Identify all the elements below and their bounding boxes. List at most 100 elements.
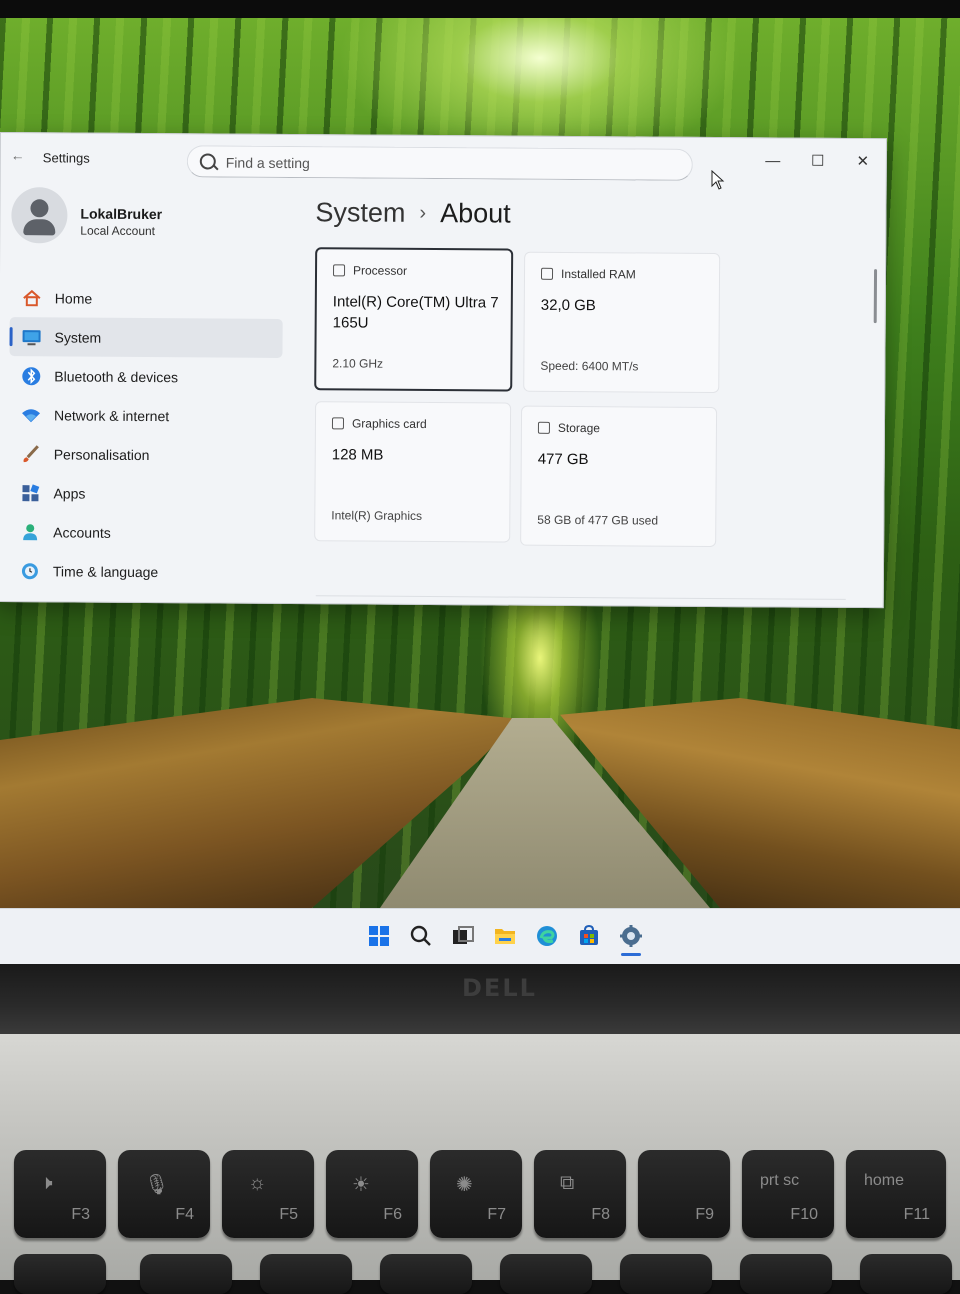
search-box[interactable]: Find a setting [186,145,693,181]
processor-card[interactable]: Processor Intel(R) Core(TM) Ultra 7 165U… [314,247,514,392]
key-fn-label: F8 [591,1206,610,1223]
sidebar-item-apps[interactable]: Apps [8,473,283,514]
key-fn-label: F6 [383,1206,402,1223]
sidebar-item-label: Personalisation [53,446,150,464]
breadcrumb: System › About [315,197,510,229]
settings-window: ← Settings Find a setting — ☐ ✕ LokalBru… [0,132,887,609]
display-adapter-icon [331,417,345,430]
card-footer: 2.10 GHz [332,356,384,371]
card-value: 32,0 GB [540,296,596,315]
active-app-indicator [621,953,641,956]
mouse-cursor-icon [711,170,725,190]
key-f4[interactable]: 🎙 F4 [118,1150,210,1238]
maximize-button[interactable]: ☐ [803,151,833,173]
key-fn-label: F11 [903,1206,930,1223]
sidebar-item-system[interactable]: System [9,317,283,358]
ram-card[interactable]: Installed RAM 32,0 GB Speed: 6400 MT/s [523,251,721,394]
card-value: 128 MB [331,446,384,464]
person-icon [23,524,38,541]
sidebar-item-accounts[interactable]: Accounts [8,512,283,553]
card-title: Installed RAM [560,266,636,282]
key-fn-label: F9 [695,1206,714,1223]
clock-globe-icon [21,563,38,580]
key[interactable] [260,1254,352,1294]
memory-icon [540,267,554,280]
sidebar-item-network[interactable]: Network & internet [9,395,284,436]
key-symbol: ✺ [456,1174,473,1196]
storage-card[interactable]: Storage 477 GB 58 GB of 477 GB used [520,405,718,548]
wifi-icon [22,409,41,423]
search-icon[interactable] [409,924,433,948]
key-f6[interactable]: ☀ F6 [326,1150,418,1238]
sidebar-item-personalisation[interactable]: Personalisation [9,434,284,475]
sidebar-item-bluetooth[interactable]: Bluetooth & devices [9,356,284,397]
key-f10[interactable]: prt sc F10 [742,1150,834,1238]
avatar-body [23,219,56,236]
sidebar-item-label: Time & language [52,563,159,581]
account-type: Local Account [80,223,156,239]
key-fn-label: F7 [487,1206,506,1223]
sidebar-item-time-language[interactable]: Time & language [8,551,283,592]
key-fn-label: F5 [279,1206,298,1223]
avatar-head [30,199,49,218]
windows-start-icon[interactable] [367,924,391,948]
breadcrumb-parent[interactable]: System [315,197,405,228]
chip-icon [333,264,346,277]
key[interactable] [140,1254,232,1294]
graphics-card[interactable]: Graphics card 128 MB Intel(R) Graphics [314,401,512,543]
sidebar-item-label: Apps [53,485,86,502]
key[interactable] [380,1254,472,1294]
key[interactable] [860,1254,952,1294]
minimize-button[interactable]: — [758,150,788,172]
card-footer: Intel(R) Graphics [331,508,423,523]
search-icon [199,153,216,170]
key[interactable] [14,1254,106,1294]
title-bar: ← Settings Find a setting — ☐ ✕ [1,133,886,187]
number-key-row [0,1254,960,1294]
scrollbar[interactable] [873,269,878,324]
card-footer: 58 GB of 477 GB used [537,512,659,528]
app-title: Settings [42,150,90,166]
avatar[interactable] [11,187,68,244]
task-view-icon[interactable] [451,924,475,948]
sidebar-item-label: Home [54,290,93,307]
card-title: Processor [352,263,408,278]
edge-icon[interactable] [535,924,559,948]
function-key-row: 🕨 F3 🎙 F4 ☼ F5 ☀ F6 ✺ F7 ⧉ F8 F9 prt sc F10 hom… [0,1150,960,1260]
back-arrow-icon[interactable]: ← [11,147,25,163]
brush-icon [23,445,39,463]
sidebar-item-label: Network & internet [53,407,170,425]
file-explorer-icon[interactable] [493,924,517,948]
bluetooth-icon [22,367,41,386]
card-value: Intel(R) Core(TM) Ultra 7 165U [332,293,499,332]
key-symbol: 🎙 [144,1174,170,1196]
key-f3[interactable]: 🕨 F3 [14,1150,106,1238]
account-name: LokalBruker [80,205,163,223]
store-icon[interactable] [577,924,601,948]
sidebar-item-label: Accounts [53,524,111,541]
key-fn-label: F3 [71,1206,90,1223]
search-placeholder[interactable]: Find a setting [226,155,310,172]
key-fn-label: F4 [175,1206,194,1223]
key-fn-label: F10 [790,1206,818,1223]
home-icon [23,289,41,307]
card-value: 477 GB [537,450,589,469]
brand-logo: DELL [462,974,537,1002]
settings-icon[interactable] [619,924,643,948]
close-button[interactable]: ✕ [848,151,878,173]
key[interactable] [740,1254,832,1294]
sidebar-item-label: System [54,329,102,346]
taskbar [0,908,960,965]
key-f9[interactable]: F9 [638,1150,730,1238]
key-f11[interactable]: home F11 [846,1150,946,1238]
system-icon [22,330,41,346]
sidebar-item-home[interactable]: Home [10,278,285,319]
key[interactable] [500,1254,592,1294]
key-f8[interactable]: ⧉ F8 [534,1150,626,1238]
key-f5[interactable]: ☼ F5 [222,1150,314,1238]
key-symbol: ☼ [248,1172,267,1194]
card-footer: Speed: 6400 MT/s [540,358,639,374]
key[interactable] [620,1254,712,1294]
key-f7[interactable]: ✺ F7 [430,1150,522,1238]
sidebar-item-label: Bluetooth & devices [54,368,179,386]
